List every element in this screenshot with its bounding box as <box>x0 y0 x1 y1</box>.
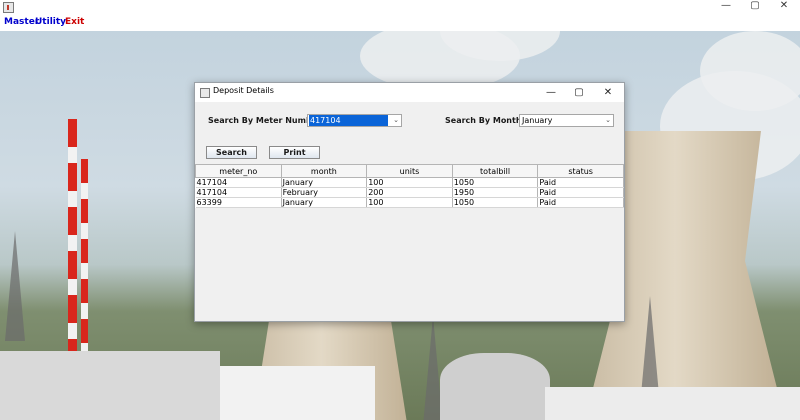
meter-number-label: Search By Meter Number <box>208 116 322 125</box>
print-button[interactable]: Print <box>269 146 320 159</box>
cell-totalbill: 1950 <box>452 187 539 198</box>
cell-month: January <box>281 197 368 208</box>
cell-totalbill: 1050 <box>452 177 539 188</box>
table-header-row: meter_no month units totalbill status <box>195 164 624 178</box>
month-combo[interactable]: January ⌄ <box>519 114 614 127</box>
cell-totalbill: 1050 <box>452 197 539 208</box>
dialog-title: Deposit Details <box>213 86 274 95</box>
column-header-units[interactable]: units <box>366 164 453 178</box>
column-header-meter-no[interactable]: meter_no <box>195 164 282 178</box>
search-button[interactable]: Search <box>206 146 257 159</box>
minimize-button[interactable]: — <box>713 0 739 13</box>
java-app-icon <box>200 88 210 98</box>
cell-meter-no: 417104 <box>195 187 282 198</box>
cell-month: February <box>281 187 368 198</box>
menu-utility[interactable]: Utility <box>35 14 66 31</box>
cell-status: Paid <box>537 197 624 208</box>
window-title-bar: — ▢ ✕ <box>0 0 800 14</box>
plant-building <box>545 387 800 420</box>
meter-number-value: 417104 <box>309 115 388 126</box>
column-header-totalbill[interactable]: totalbill <box>451 164 539 178</box>
java-app-icon <box>3 2 14 13</box>
chevron-down-icon[interactable]: ⌄ <box>605 115 611 126</box>
cell-units: 100 <box>366 177 453 188</box>
deposit-table[interactable]: meter_no month units totalbill status 41… <box>195 164 624 208</box>
table-row[interactable]: 417104 February 200 1950 Paid <box>195 187 624 198</box>
cell-status: Paid <box>537 187 624 198</box>
maximize-button[interactable]: ▢ <box>742 0 768 13</box>
meter-number-combo[interactable]: 417104 ⌄ <box>307 114 402 127</box>
dialog-minimize-button[interactable]: — <box>541 85 561 100</box>
menu-master[interactable]: Master <box>4 14 39 31</box>
chevron-down-icon[interactable]: ⌄ <box>393 115 399 126</box>
month-value: January <box>522 116 553 125</box>
dialog-close-button[interactable]: ✕ <box>598 85 618 100</box>
cell-month: January <box>281 177 368 188</box>
menu-bar: Master Utility Exit <box>0 14 800 31</box>
table-row[interactable]: 63399 January 100 1050 Paid <box>195 197 624 208</box>
column-header-status[interactable]: status <box>537 164 624 178</box>
steam-cloud <box>700 31 800 111</box>
reactor-dome <box>440 353 550 420</box>
plant-building <box>0 351 220 420</box>
power-pylon <box>5 231 25 341</box>
plant-building <box>220 366 375 420</box>
cell-status: Paid <box>537 177 624 188</box>
table-row[interactable]: 417104 January 100 1050 Paid <box>195 177 624 188</box>
cell-meter-no: 417104 <box>195 177 282 188</box>
dialog-maximize-button[interactable]: ▢ <box>569 85 589 100</box>
cell-units: 100 <box>366 197 453 208</box>
column-header-month[interactable]: month <box>280 164 368 178</box>
dialog-title-bar[interactable]: Deposit Details — ▢ ✕ <box>195 83 624 102</box>
close-button[interactable]: ✕ <box>771 0 797 13</box>
menu-exit[interactable]: Exit <box>65 14 84 31</box>
deposit-details-dialog: Deposit Details — ▢ ✕ Search By Meter Nu… <box>194 82 625 322</box>
month-label: Search By Month <box>445 116 522 125</box>
cell-units: 200 <box>366 187 453 198</box>
cell-meter-no: 63399 <box>195 197 282 208</box>
